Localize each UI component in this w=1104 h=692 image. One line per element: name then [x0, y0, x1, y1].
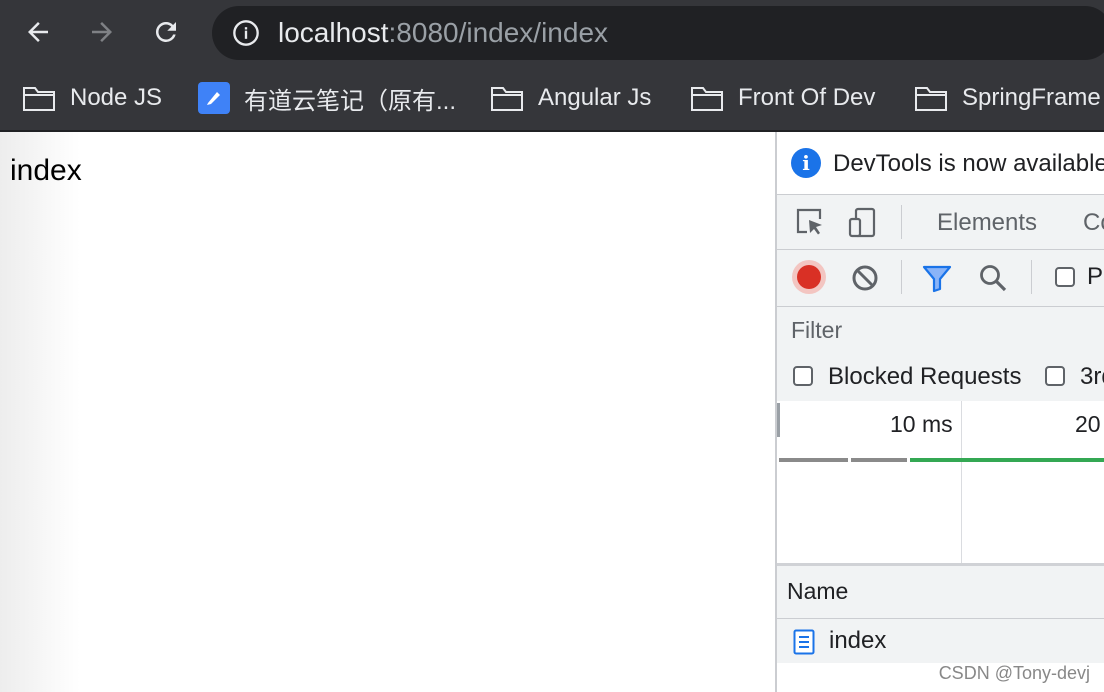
tab-elements[interactable]: Elements: [937, 209, 1037, 237]
bookmark-angular-js[interactable]: Angular Js: [490, 80, 651, 116]
devtools-tab-bar: Elements Co: [777, 195, 1104, 250]
network-overview-timeline[interactable]: 10 ms 20: [777, 401, 1104, 566]
bookmark-youdao-note[interactable]: 有道云笔记（原有...: [198, 80, 456, 116]
filter-icon[interactable]: [921, 262, 953, 294]
inspect-element-icon[interactable]: [794, 206, 826, 238]
address-bar[interactable]: localhost:8080/index/index: [212, 6, 1104, 60]
record-icon[interactable]: [792, 260, 826, 294]
third-party-checkbox[interactable]: [1045, 366, 1065, 386]
folder-icon: [915, 87, 947, 111]
back-icon: [28, 22, 48, 42]
toolbar-divider: [901, 205, 902, 239]
request-name: index: [829, 627, 887, 654]
url-text: localhost:8080/index/index: [278, 16, 608, 50]
timeline-handle[interactable]: [777, 403, 780, 437]
folder-icon: [691, 87, 723, 111]
filter-placeholder: Filter: [791, 317, 843, 343]
filter-input[interactable]: Filter: [777, 307, 1104, 351]
clear-icon[interactable]: [849, 262, 881, 294]
third-party-label: 3rd: [1080, 363, 1104, 390]
timeline-bar-waiting: [851, 458, 907, 462]
blocked-requests-checkbox[interactable]: [793, 366, 813, 386]
url-path: :8080/index/index: [388, 17, 609, 48]
reload-icon: [155, 21, 176, 42]
reload-button[interactable]: [146, 12, 186, 52]
devtools-info-banner: i DevTools is now available: [777, 132, 1104, 195]
timeline-bar-waiting: [779, 458, 848, 462]
preserve-log-label: P: [1087, 263, 1104, 290]
blocked-requests-label: Blocked Requests: [828, 363, 1022, 390]
url-host: localhost: [278, 17, 389, 48]
request-row[interactable]: index: [777, 619, 1104, 663]
site-info-icon[interactable]: [232, 19, 260, 47]
bookmark-front-of-dev[interactable]: Front Of Dev: [690, 80, 875, 116]
youdao-note-icon: [198, 82, 230, 114]
network-toolbar: P: [777, 250, 1104, 307]
preserve-log-checkbox[interactable]: [1055, 267, 1075, 287]
tab-console[interactable]: Co: [1083, 209, 1104, 237]
back-button[interactable]: [18, 12, 58, 52]
info-icon: i: [791, 148, 821, 178]
timeline-bar-download: [910, 458, 1104, 462]
folder-icon: [491, 87, 523, 111]
bookmark-node-js[interactable]: Node JS: [22, 80, 162, 116]
toolbar-divider: [901, 260, 902, 294]
banner-text: DevTools is now available: [833, 150, 1104, 177]
bookmark-label: Front Of Dev: [738, 84, 876, 111]
browser-toolbar: localhost:8080/index/index: [0, 0, 1104, 66]
watermark: CSDN @Tony-devj: [938, 663, 1090, 683]
forward-icon: [92, 22, 112, 42]
search-icon[interactable]: [977, 262, 1009, 294]
folder-icon: [23, 87, 55, 111]
column-name-header[interactable]: Name: [787, 578, 848, 605]
toolbar-divider: [1031, 260, 1032, 294]
forward-button[interactable]: [82, 12, 122, 52]
bookmark-springframe[interactable]: SpringFrame: [914, 80, 1101, 116]
devtools-panel: i DevTools is now available Elements Co: [775, 132, 1104, 692]
device-toolbar-icon[interactable]: [847, 206, 879, 238]
bookmark-label: SpringFrame: [962, 84, 1101, 111]
bookmarks-bar: Node JS 有道云笔记（原有... Angular Js Front Of …: [0, 66, 1104, 132]
bookmark-label: 有道云笔记（原有...: [244, 87, 457, 115]
timeline-tick: 20: [1075, 411, 1101, 437]
timeline-gridline: [961, 401, 962, 563]
requests-table-header: Name: [777, 566, 1104, 619]
request-filter-options: Blocked Requests 3rd: [777, 351, 1104, 402]
page-viewport: index: [0, 132, 775, 692]
bookmark-label: Angular Js: [538, 84, 652, 111]
page-body-text: index: [10, 154, 82, 187]
bookmark-label: Node JS: [70, 84, 163, 111]
document-icon: [793, 629, 815, 655]
timeline-tick: 10 ms: [890, 411, 953, 437]
